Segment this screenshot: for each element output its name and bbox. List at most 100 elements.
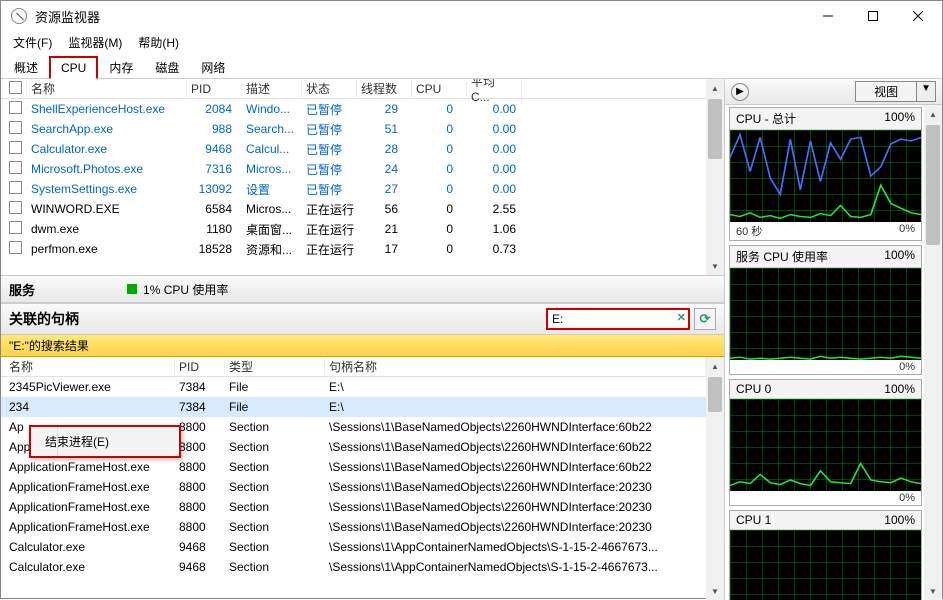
table-row[interactable]: Calculator.exe9468Calcul...已暂停2800.00 bbox=[1, 139, 706, 159]
col-h-name[interactable]: 名称 bbox=[5, 358, 175, 375]
col-h-hname[interactable]: 句柄名称 bbox=[325, 358, 706, 375]
table-row[interactable]: ApplicationFrameHost.exe8800Section\Sess… bbox=[1, 497, 706, 517]
row-checkbox[interactable] bbox=[9, 241, 22, 254]
tab-disk[interactable]: 磁盘 bbox=[144, 55, 190, 79]
col-status[interactable]: 状态 bbox=[302, 80, 357, 97]
handle-type: Section bbox=[225, 540, 325, 554]
row-checkbox[interactable] bbox=[9, 101, 22, 114]
col-name[interactable]: 名称 bbox=[27, 80, 187, 97]
view-dropdown[interactable]: 视图 ▼ bbox=[855, 81, 936, 102]
col-h-pid[interactable]: PID bbox=[175, 360, 225, 374]
chart-title: CPU - 总计 bbox=[736, 110, 796, 127]
proc-desc: Search... bbox=[242, 122, 302, 136]
table-row[interactable]: ApplicationFrameHost.exe8800Section\Sess… bbox=[1, 457, 706, 477]
charts-scrollbar[interactable]: ▲ ▼ bbox=[924, 105, 942, 600]
checkbox-all[interactable] bbox=[9, 81, 22, 94]
table-row[interactable]: ApplicationFrameHost.exe8800Section\Sess… bbox=[1, 517, 706, 537]
menu-help[interactable]: 帮助(H) bbox=[132, 32, 185, 53]
handle-type: Section bbox=[225, 420, 325, 434]
process-scrollbar[interactable]: ▲ ▼ bbox=[706, 79, 724, 275]
menu-file[interactable]: 文件(F) bbox=[7, 32, 58, 53]
handles-search-input[interactable] bbox=[546, 308, 690, 330]
table-row[interactable]: Calculator.exe9468Section\Sessions\1\App… bbox=[1, 537, 706, 557]
scroll-up-icon[interactable]: ▲ bbox=[706, 79, 724, 97]
handle-proc-name: ApplicationFrameHost.exe bbox=[5, 520, 175, 534]
proc-name: ShellExperienceHost.exe bbox=[27, 102, 187, 116]
view-dropdown-label[interactable]: 视图 bbox=[855, 81, 917, 102]
row-checkbox[interactable] bbox=[9, 181, 22, 194]
table-row[interactable]: perfmon.exe18528资源和...正在运行1700.73 bbox=[1, 239, 706, 259]
chevron-down-icon[interactable]: ▼ bbox=[917, 81, 936, 102]
col-cpu[interactable]: CPU bbox=[412, 82, 467, 96]
proc-avg: 0.00 bbox=[467, 102, 522, 116]
col-h-type[interactable]: 类型 bbox=[225, 358, 325, 375]
proc-status: 已暂停 bbox=[302, 101, 357, 118]
expand-button[interactable]: ▶ bbox=[731, 83, 749, 101]
menu-monitor[interactable]: 监视器(M) bbox=[62, 32, 128, 53]
proc-avg: 2.55 bbox=[467, 202, 522, 216]
col-desc[interactable]: 描述 bbox=[242, 80, 302, 97]
green-indicator-icon bbox=[127, 284, 137, 294]
table-row[interactable]: WINWORD.EXE6584Micros...正在运行5602.55 bbox=[1, 199, 706, 219]
services-section-header[interactable]: 服务 1% CPU 使用率 bbox=[1, 275, 724, 303]
handle-type: Section bbox=[225, 560, 325, 574]
chart-max: 100% bbox=[884, 248, 915, 265]
proc-threads: 29 bbox=[357, 102, 412, 116]
handle-type: Section bbox=[225, 460, 325, 474]
col-avg[interactable]: 平均 C... bbox=[467, 79, 522, 104]
services-cpu-text: 1% CPU 使用率 bbox=[143, 281, 228, 298]
table-row[interactable]: dwm.exe1180桌面窗...正在运行2101.06 bbox=[1, 219, 706, 239]
handles-scrollbar[interactable]: ▲ ▼ bbox=[706, 357, 724, 600]
ctx-end-process[interactable]: 结束进程(E) bbox=[31, 427, 179, 456]
table-row[interactable]: SystemSettings.exe13092设置已暂停2700.00 bbox=[1, 179, 706, 199]
col-pid[interactable]: PID bbox=[187, 82, 242, 96]
scroll-down-icon[interactable]: ▼ bbox=[706, 582, 724, 600]
scroll-thumb[interactable] bbox=[708, 99, 722, 159]
proc-avg: 0.00 bbox=[467, 142, 522, 156]
scroll-up-icon[interactable]: ▲ bbox=[924, 105, 942, 123]
row-checkbox[interactable] bbox=[9, 221, 22, 234]
handle-name: \Sessions\1\BaseNamedObjects\2260HWNDInt… bbox=[325, 440, 706, 454]
search-refresh-button[interactable]: ⟳ bbox=[694, 308, 716, 330]
maximize-button[interactable] bbox=[850, 1, 895, 31]
proc-cpu: 0 bbox=[412, 122, 467, 136]
right-panel-toolbar: ▶ 视图 ▼ bbox=[725, 79, 942, 105]
scroll-thumb[interactable] bbox=[926, 125, 940, 245]
scroll-up-icon[interactable]: ▲ bbox=[706, 357, 724, 375]
handles-section-header[interactable]: 关联的句柄 ✕ ⟳ bbox=[1, 303, 724, 335]
table-row[interactable]: Calculator.exe9468Section\Sessions\1\App… bbox=[1, 557, 706, 577]
row-checkbox[interactable] bbox=[9, 201, 22, 214]
proc-cpu: 0 bbox=[412, 102, 467, 116]
handle-type: File bbox=[225, 400, 325, 414]
table-row[interactable]: ShellExperienceHost.exe2084Windo...已暂停29… bbox=[1, 99, 706, 119]
table-row[interactable]: SearchApp.exe988Search...已暂停5100.00 bbox=[1, 119, 706, 139]
table-row[interactable]: 2347384FileE:\ bbox=[1, 397, 706, 417]
proc-threads: 28 bbox=[357, 142, 412, 156]
minimize-button[interactable] bbox=[805, 1, 850, 31]
row-checkbox[interactable] bbox=[9, 161, 22, 174]
row-checkbox[interactable] bbox=[9, 141, 22, 154]
col-threads[interactable]: 线程数 bbox=[357, 80, 412, 97]
scroll-down-icon[interactable]: ▼ bbox=[706, 257, 724, 275]
proc-threads: 21 bbox=[357, 222, 412, 236]
scroll-thumb[interactable] bbox=[708, 377, 722, 412]
table-row[interactable]: ApplicationFrameHost.exe8800Section\Sess… bbox=[1, 477, 706, 497]
close-button[interactable] bbox=[895, 1, 940, 31]
handle-proc-name: Calculator.exe bbox=[5, 540, 175, 554]
proc-avg: 0.00 bbox=[467, 122, 522, 136]
search-clear-icon[interactable]: ✕ bbox=[677, 311, 686, 324]
table-row[interactable]: Microsoft.Photos.exe7316Micros...已暂停2400… bbox=[1, 159, 706, 179]
proc-status: 已暂停 bbox=[302, 161, 357, 178]
tab-memory[interactable]: 内存 bbox=[98, 55, 144, 79]
table-row[interactable]: 2345PicViewer.exe7384FileE:\ bbox=[1, 377, 706, 397]
tab-cpu[interactable]: CPU bbox=[49, 56, 98, 79]
row-checkbox[interactable] bbox=[9, 121, 22, 134]
chart-block: CPU - 总计100%60 秒0% bbox=[729, 107, 922, 241]
chart-block: CPU 0100%0% bbox=[729, 379, 922, 506]
proc-cpu: 0 bbox=[412, 242, 467, 256]
proc-name: perfmon.exe bbox=[27, 242, 187, 256]
tab-overview[interactable]: 概述 bbox=[3, 55, 49, 79]
handles-table: 名称 PID 类型 句柄名称 2345PicViewer.exe7384File… bbox=[1, 357, 706, 600]
tab-network[interactable]: 网络 bbox=[190, 55, 236, 79]
scroll-down-icon[interactable]: ▼ bbox=[924, 582, 942, 600]
